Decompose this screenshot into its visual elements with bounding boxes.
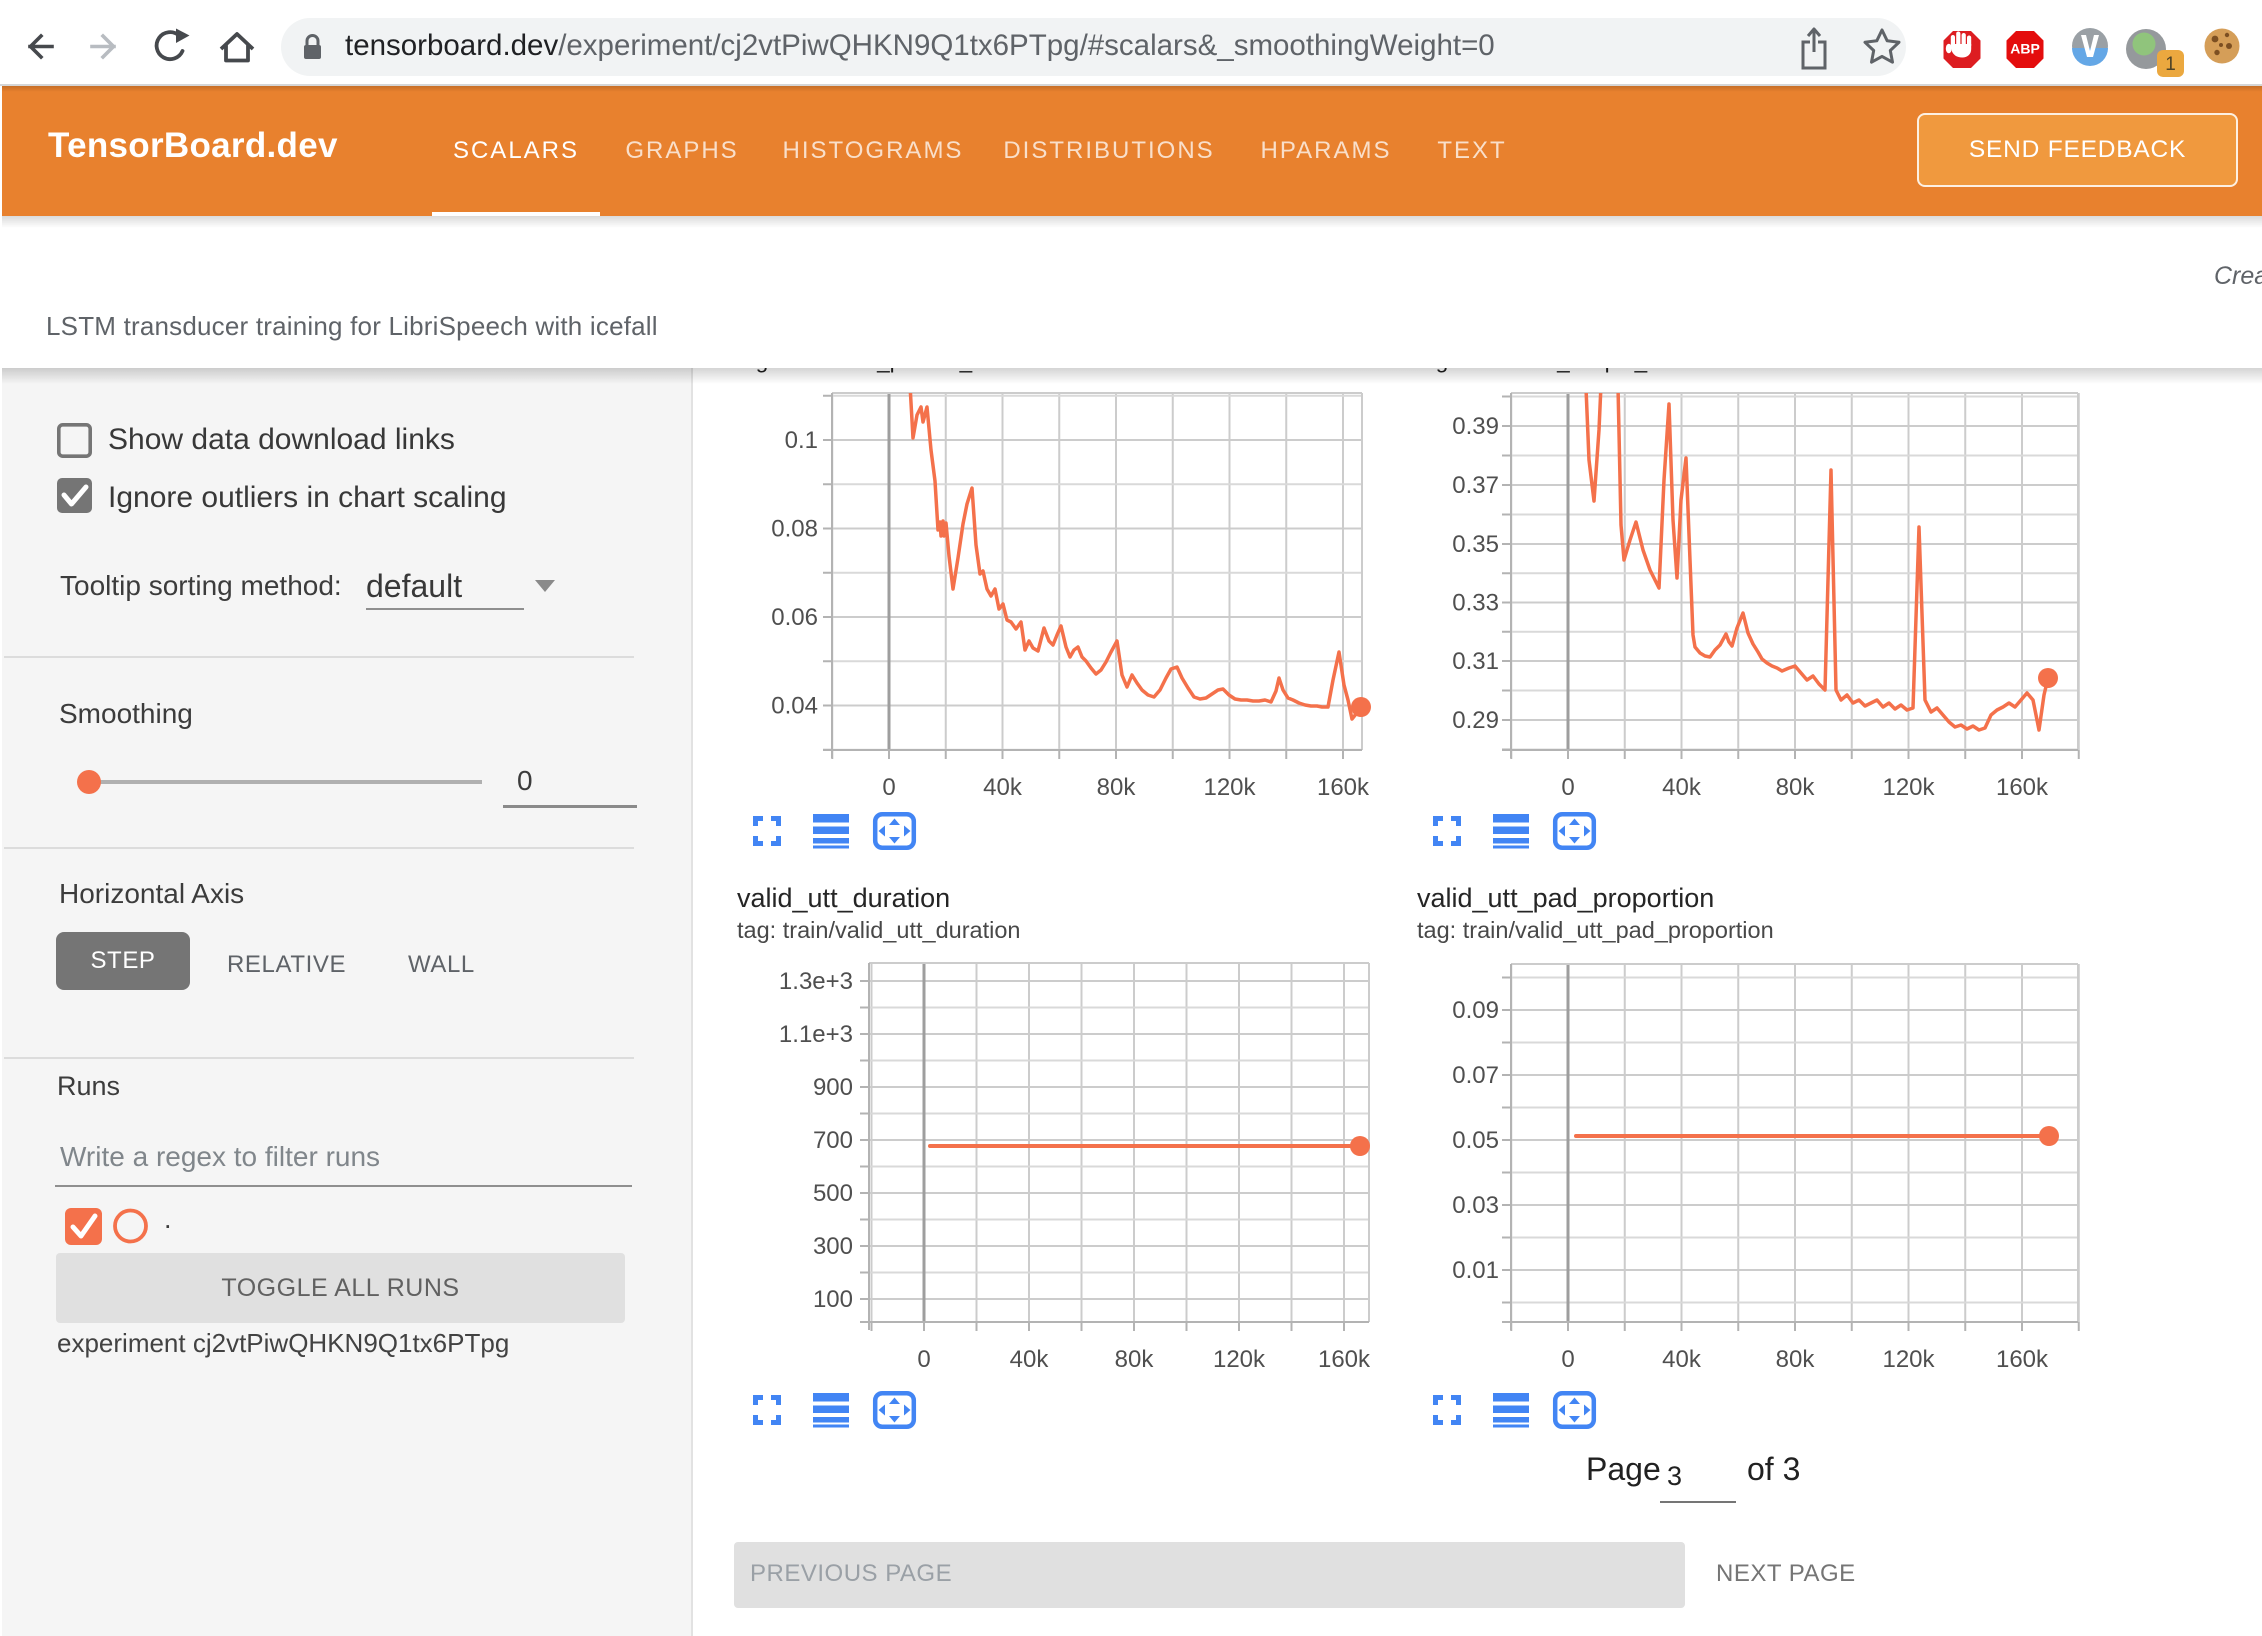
- svg-text:0.06: 0.06: [771, 604, 818, 631]
- svg-text:0: 0: [882, 774, 895, 801]
- svg-text:0.33: 0.33: [1452, 590, 1499, 617]
- svg-text:40k: 40k: [983, 774, 1023, 801]
- svg-text:120k: 120k: [1882, 1346, 1935, 1373]
- svg-text:40k: 40k: [1662, 774, 1702, 801]
- svg-text:80k: 80k: [1097, 774, 1137, 801]
- svg-text:0: 0: [1561, 1346, 1574, 1373]
- svg-text:160k: 160k: [1996, 774, 2049, 801]
- svg-text:160k: 160k: [1318, 1346, 1371, 1373]
- svg-text:40k: 40k: [1662, 1346, 1702, 1373]
- svg-text:0.1: 0.1: [785, 427, 818, 454]
- svg-text:tag: train/valid_utt_duration: tag: train/valid_utt_duration: [737, 917, 1021, 943]
- svg-text:80k: 80k: [1776, 774, 1816, 801]
- svg-text:0.08: 0.08: [771, 516, 818, 543]
- svg-text:300: 300: [813, 1233, 853, 1260]
- svg-text:80k: 80k: [1776, 1346, 1816, 1373]
- svg-text:120k: 120k: [1203, 774, 1256, 801]
- svg-text:100: 100: [813, 1286, 853, 1313]
- svg-text:120k: 120k: [1882, 774, 1935, 801]
- svg-text:0: 0: [1561, 774, 1574, 801]
- svg-text:0.01: 0.01: [1452, 1257, 1499, 1284]
- svg-text:valid_utt_duration: valid_utt_duration: [737, 883, 950, 913]
- svg-text:0.37: 0.37: [1452, 472, 1499, 499]
- svg-text:valid_utt_pad_proportion: valid_utt_pad_proportion: [1417, 883, 1714, 913]
- svg-text:ABP: ABP: [2010, 41, 2040, 57]
- svg-text:0.03: 0.03: [1452, 1192, 1499, 1219]
- svg-text:1: 1: [2165, 54, 2176, 75]
- svg-text:0.04: 0.04: [771, 693, 818, 720]
- svg-text:0.31: 0.31: [1452, 648, 1499, 675]
- svg-text:160k: 160k: [1317, 774, 1370, 801]
- svg-text:80k: 80k: [1115, 1346, 1155, 1373]
- svg-text:tag: train/valid_utt_pad_propo: tag: train/valid_utt_pad_proportion: [1417, 917, 1774, 943]
- svg-text:120k: 120k: [1213, 1346, 1266, 1373]
- svg-text:700: 700: [813, 1127, 853, 1154]
- svg-text:40k: 40k: [1010, 1346, 1050, 1373]
- svg-text:1.3e+3: 1.3e+3: [779, 968, 853, 995]
- svg-text:0.39: 0.39: [1452, 413, 1499, 440]
- svg-text:1.1e+3: 1.1e+3: [779, 1021, 853, 1048]
- svg-text:0: 0: [917, 1346, 930, 1373]
- svg-text:0.35: 0.35: [1452, 531, 1499, 558]
- svg-text:500: 500: [813, 1180, 853, 1207]
- svg-text:900: 900: [813, 1074, 853, 1101]
- svg-text:0.07: 0.07: [1452, 1062, 1499, 1089]
- svg-text:0.09: 0.09: [1452, 997, 1499, 1024]
- svg-text:0.05: 0.05: [1452, 1127, 1499, 1154]
- svg-text:0.29: 0.29: [1452, 707, 1499, 734]
- svg-text:160k: 160k: [1996, 1346, 2049, 1373]
